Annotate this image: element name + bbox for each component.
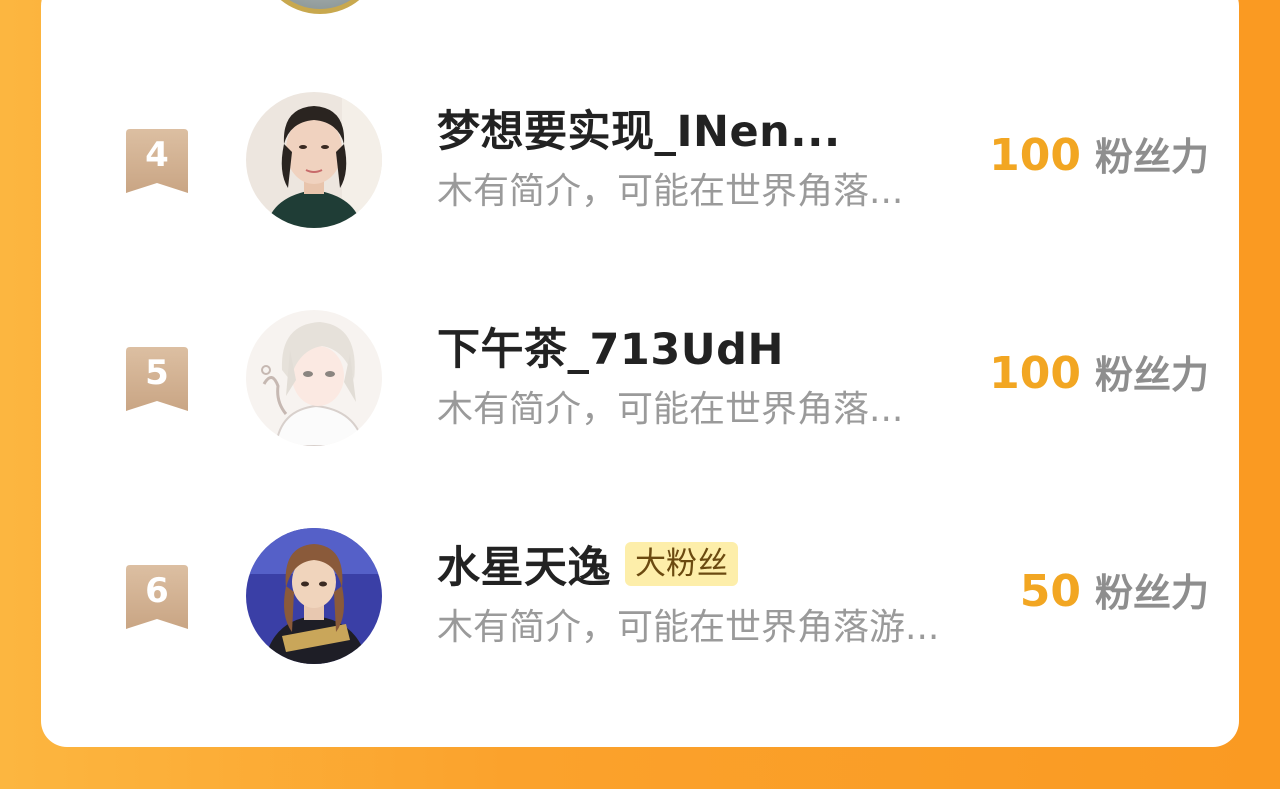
rank-number: 6 (145, 571, 169, 611)
ranking-row[interactable]: 4 梦想要实现_INen... 木有简介，可能在世界角落... 100 粉丝力 (41, 80, 1239, 230)
ranking-card: 4 梦想要实现_INen... 木有简介，可能在世界角落... 100 粉丝力 … (41, 0, 1239, 747)
fan-power: 100 粉丝力 (989, 344, 1209, 399)
name-line: 梦想要实现_INen... (437, 98, 841, 158)
rank-ribbon-icon: 5 (126, 347, 188, 411)
user-avatar[interactable] (246, 528, 382, 664)
user-name[interactable]: 水星天逸 (437, 533, 611, 595)
fan-power-unit: 粉丝力 (1094, 571, 1209, 615)
previous-user-avatar[interactable] (258, 0, 382, 14)
rank-number: 4 (145, 135, 169, 175)
user-name[interactable]: 梦想要实现_INen... (437, 97, 841, 159)
fan-power-value: 100 (989, 130, 1081, 181)
rank-ribbon-icon: 4 (126, 129, 188, 193)
fan-power-unit: 粉丝力 (1094, 135, 1209, 179)
user-avatar[interactable] (246, 310, 382, 446)
big-fan-badge: 大粉丝 (625, 542, 738, 586)
fan-power-value: 50 (1019, 566, 1081, 617)
user-intro: 木有简介，可能在世界角落... (437, 171, 904, 212)
fan-power-value: 100 (989, 348, 1081, 399)
fan-power: 50 粉丝力 (1020, 562, 1209, 617)
user-avatar[interactable] (246, 92, 382, 228)
fan-power: 100 粉丝力 (989, 126, 1209, 181)
name-line: 下午茶_713UdH (437, 316, 784, 376)
rank-ribbon-icon: 6 (126, 565, 188, 629)
user-name[interactable]: 下午茶_713UdH (437, 315, 784, 377)
user-intro: 木有简介，可能在世界角落游... (437, 607, 940, 648)
fan-power-unit: 粉丝力 (1094, 353, 1209, 397)
user-intro: 木有简介，可能在世界角落... (437, 389, 904, 430)
ranking-row[interactable]: 5 下午茶_713UdH 木有简介，可能在世界角落... 100 粉丝力 (41, 298, 1239, 448)
name-line: 水星天逸 大粉丝 (437, 534, 738, 594)
rank-number: 5 (145, 353, 169, 393)
ranking-row[interactable]: 6 水星天逸 大粉丝 木有简介，可能在世界角落游... 50 粉丝力 (41, 516, 1239, 666)
